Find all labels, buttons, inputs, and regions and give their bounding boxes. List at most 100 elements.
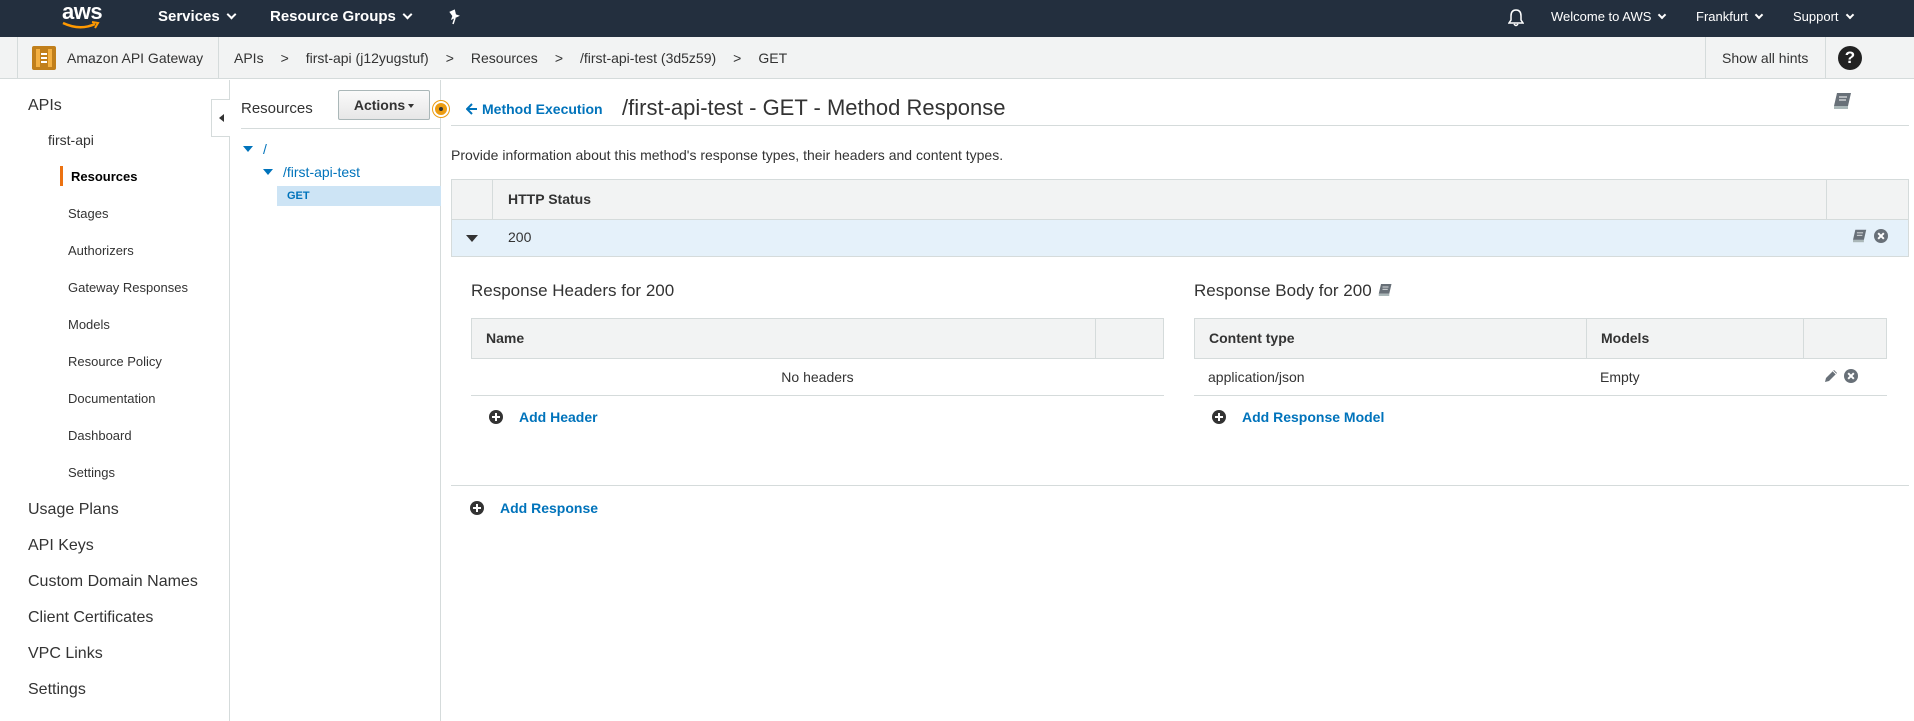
caret-down-icon	[408, 104, 415, 108]
http-status-header: HTTP Status	[508, 191, 591, 207]
service-home-link[interactable]: Amazon API Gateway	[32, 45, 203, 71]
chevron-down-icon	[1845, 10, 1854, 20]
response-headers-title: Response Headers for 200	[471, 281, 675, 300]
chevron-down-icon	[1658, 10, 1667, 20]
sidebar-item-api-settings[interactable]: Settings	[68, 465, 115, 480]
documentation-book-icon[interactable]	[1833, 92, 1853, 113]
divider	[218, 37, 219, 79]
chevron-down-icon	[226, 9, 237, 20]
left-edge	[0, 37, 18, 79]
empty-headers-text: No headers	[781, 369, 854, 385]
region-label: Frankfurt	[1696, 9, 1749, 24]
support-menu[interactable]: Support	[1793, 0, 1854, 37]
service-name: Amazon API Gateway	[67, 50, 204, 66]
model-cell: Empty	[1600, 369, 1640, 385]
account-menu[interactable]: Welcome to AWS	[1551, 0, 1667, 37]
sidebar-item-usage-plans[interactable]: Usage Plans	[28, 501, 119, 519]
sidebar-item-resource-policy[interactable]: Resource Policy	[68, 354, 162, 369]
content-type-cell: application/json	[1208, 369, 1305, 385]
tree-item-get-method[interactable]: GET	[277, 186, 441, 206]
response-body-title: Response Body for 200	[1194, 281, 1393, 301]
row-actions	[1852, 229, 1888, 243]
add-response-model-label: Add Response Model	[1242, 409, 1385, 425]
divider	[1705, 37, 1706, 79]
response-headers-table-header: Name	[471, 319, 1164, 359]
delete-model-icon[interactable]	[1844, 369, 1858, 383]
sidebar-item-apis[interactable]: APIs	[28, 97, 62, 115]
actions-label: Actions	[353, 97, 406, 113]
tree-item-root[interactable]: /	[243, 141, 267, 157]
notifications-button[interactable]	[1507, 0, 1525, 37]
chevron-down-icon	[1754, 10, 1764, 20]
chevron-down-icon	[402, 9, 413, 20]
breadcrumb-resource[interactable]: /first-api-test (3d5z59)	[580, 50, 716, 66]
sidebar-item-dashboard[interactable]: Dashboard	[68, 428, 132, 443]
table-row: No headers	[471, 359, 1164, 396]
aws-logo[interactable]: aws	[62, 0, 104, 34]
sidebar-item-settings[interactable]: Settings	[28, 681, 86, 699]
plus-circle-icon	[489, 410, 503, 424]
sidebar-item-vpc-links[interactable]: VPC Links	[28, 645, 103, 663]
response-body-title-text: Response Body for 200	[1194, 281, 1372, 300]
region-menu[interactable]: Frankfurt	[1696, 0, 1764, 37]
add-response-label: Add Response	[500, 500, 599, 516]
actions-button[interactable]: Actions	[338, 90, 430, 120]
table-row: application/json Empty	[1194, 359, 1887, 396]
pin-button[interactable]	[448, 0, 462, 37]
welcome-label: Welcome to AWS	[1551, 9, 1652, 24]
help-icon[interactable]: ?	[1838, 46, 1862, 70]
breadcrumb-separator: >	[445, 50, 454, 66]
aws-logo-text: aws	[62, 0, 103, 24]
resources-panel-title: Resources	[241, 100, 313, 117]
breadcrumb-separator: >	[280, 50, 289, 66]
breadcrumb: APIs > first-api (j12yugstuf) > Resource…	[234, 37, 787, 79]
delete-response-icon[interactable]	[1874, 229, 1888, 243]
sidebar-item-authorizers[interactable]: Authorizers	[68, 243, 134, 258]
api-gateway-icon	[32, 46, 56, 70]
response-body-table-header: Content type Models	[1194, 319, 1887, 359]
collapse-row-icon[interactable]	[466, 235, 478, 242]
arrow-left-icon	[465, 103, 477, 115]
sidebar-item-documentation[interactable]: Documentation	[68, 391, 155, 406]
top-nav-bar: aws Services Resource Groups Welcome to …	[0, 0, 1914, 37]
sidebar-item-resources[interactable]: Resources	[71, 169, 137, 184]
breadcrumb-api[interactable]: first-api (j12yugstuf)	[306, 50, 429, 66]
add-response-model-button[interactable]: Add Response Model	[1212, 409, 1384, 425]
breadcrumb-bar: Amazon API Gateway APIs > first-api (j12…	[0, 37, 1914, 79]
http-status-row[interactable]: 200	[451, 220, 1909, 257]
breadcrumb-method[interactable]: GET	[758, 50, 787, 66]
breadcrumb-resources[interactable]: Resources	[471, 50, 538, 66]
sidebar-item-client-certificates[interactable]: Client Certificates	[28, 609, 153, 627]
caret-down-icon	[243, 146, 253, 152]
method-execution-link[interactable]: Method Execution	[465, 101, 603, 117]
pencil-edit-icon[interactable]	[1824, 369, 1838, 383]
sidebar-item-gateway-responses[interactable]: Gateway Responses	[68, 280, 188, 295]
breadcrumb-separator: >	[554, 50, 563, 66]
add-response-button[interactable]: Add Response	[470, 500, 598, 516]
sidebar-item-api-name[interactable]: first-api	[48, 132, 94, 148]
main-content: Method Execution /first-api-test - GET -…	[442, 80, 1914, 721]
add-header-button[interactable]: Add Header	[489, 409, 598, 425]
sidebar-item-stages[interactable]: Stages	[68, 206, 108, 221]
show-all-hints-button[interactable]: Show all hints	[1722, 37, 1808, 79]
resource-groups-menu[interactable]: Resource Groups	[270, 0, 413, 37]
documentation-book-icon[interactable]	[1378, 283, 1393, 297]
sidebar-item-models[interactable]: Models	[68, 317, 110, 332]
bell-icon	[1507, 9, 1525, 27]
caret-down-icon	[263, 169, 273, 175]
documentation-book-icon[interactable]	[1852, 229, 1868, 243]
services-menu[interactable]: Services	[158, 0, 237, 37]
column-header-models: Models	[1601, 330, 1650, 346]
services-label: Services	[158, 8, 220, 25]
page-description: Provide information about this method's …	[451, 147, 1004, 163]
sidebar-item-custom-domain-names[interactable]: Custom Domain Names	[28, 573, 198, 591]
collapse-sidebar-button[interactable]	[211, 99, 230, 137]
left-sidebar: APIs first-api Resources Stages Authoriz…	[0, 80, 230, 721]
tree-item-first-api-test[interactable]: /first-api-test	[263, 164, 360, 180]
column-header-content-type: Content type	[1209, 330, 1295, 346]
sidebar-item-api-keys[interactable]: API Keys	[28, 537, 94, 555]
tree-resource-label: /first-api-test	[283, 164, 361, 180]
response-headers-table: Name No headers	[471, 318, 1164, 396]
add-header-label: Add Header	[519, 409, 598, 425]
breadcrumb-apis[interactable]: APIs	[234, 50, 264, 66]
